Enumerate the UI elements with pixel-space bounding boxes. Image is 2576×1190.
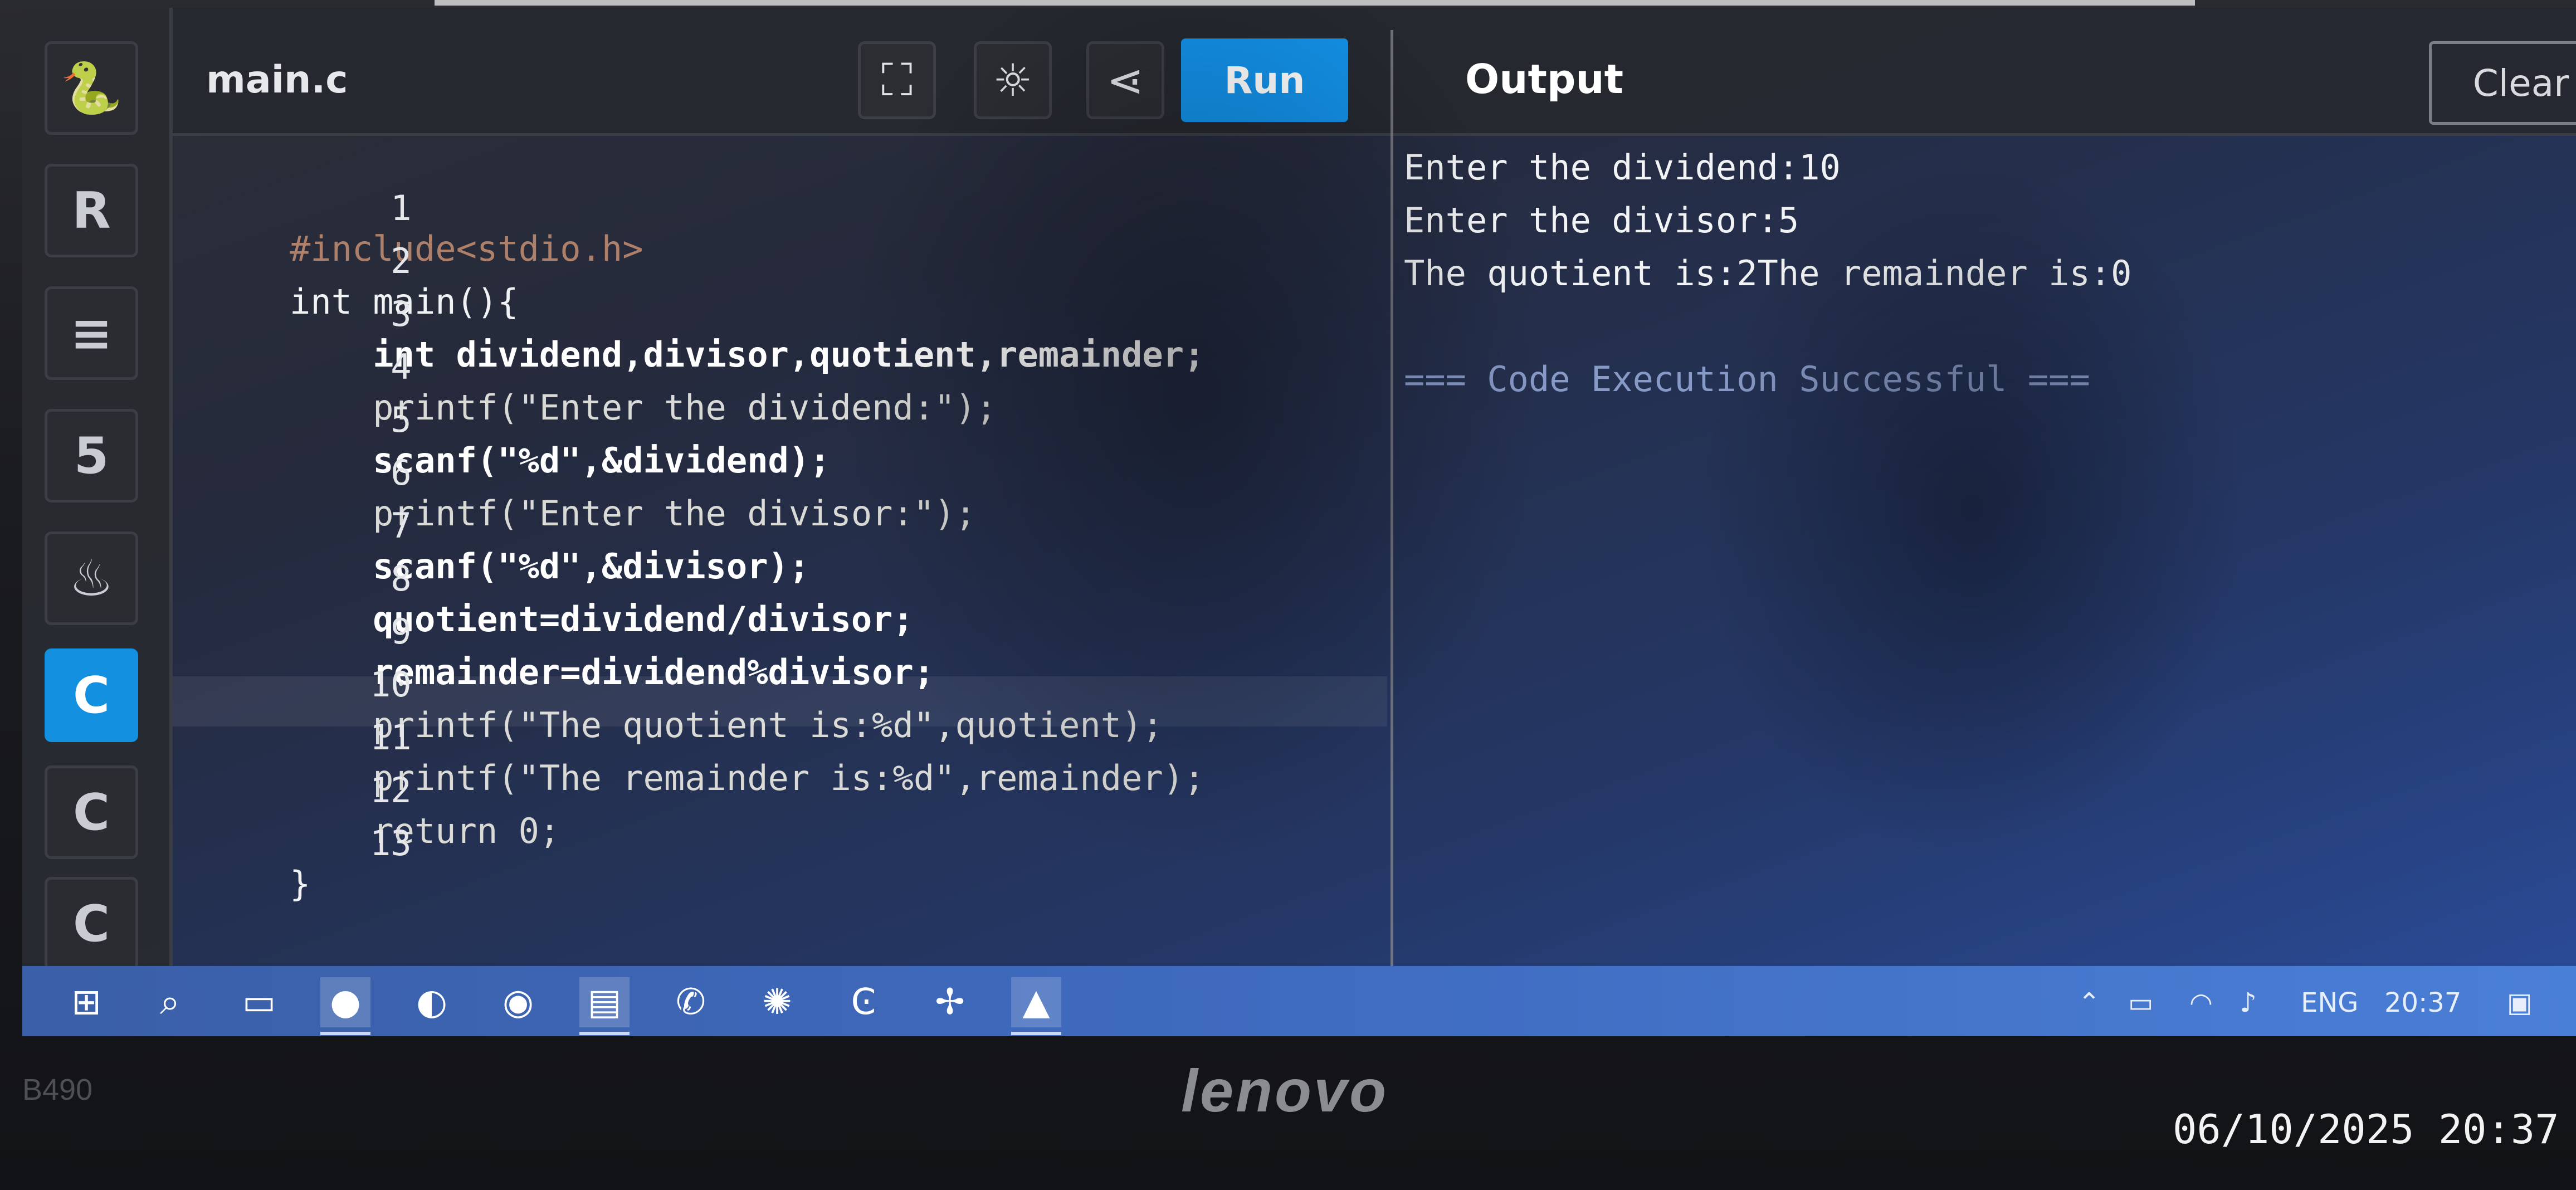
- search-icon[interactable]: ⌕: [145, 977, 195, 1027]
- laptop-model: B490: [22, 1073, 93, 1106]
- execution-status: === Code Execution Successful ===: [1404, 359, 2090, 399]
- clear-button[interactable]: Clear: [2429, 41, 2576, 125]
- code-line[interactable]: 1 #include<stdio.h>: [173, 147, 1387, 269]
- pdf-reader-icon[interactable]: ▲: [1011, 977, 1061, 1035]
- language-sidebar: 🐍 R ≡ 5 ♨ C C C: [22, 8, 173, 970]
- chevron-up-icon[interactable]: ⌃: [2078, 987, 2100, 1018]
- share-icon[interactable]: ⋖: [1086, 41, 1164, 119]
- code-editor[interactable]: 1 #include<stdio.h> 2 int main(){ 3 int …: [173, 142, 1387, 966]
- ccleaner-icon[interactable]: Ͼ: [838, 977, 889, 1027]
- code-line-current[interactable]: 11 printf("The remainder is:%d",remainde…: [173, 676, 1387, 798]
- code-line[interactable]: 7 scanf("%d",&divisor);: [173, 465, 1387, 587]
- output-line: Enter the divisor:5: [1404, 200, 1799, 241]
- html5-icon[interactable]: 5: [45, 409, 138, 503]
- output-title: Output: [1465, 56, 1624, 103]
- teams-icon[interactable]: ◉: [493, 977, 543, 1027]
- photo-timestamp: 06/10/2025 20:37: [2173, 1106, 2559, 1153]
- windows-taskbar: ⊞ ⌕ ▭ ● ◐ ◉ ▤ ✆ ✺ Ͼ ✢ ▲ ⌃ ▭ ◠ ♪ ENG 20:3…: [22, 966, 2576, 1036]
- volume-icon[interactable]: ♪: [2240, 987, 2257, 1018]
- windows-start-icon[interactable]: ⊞: [61, 977, 111, 1027]
- taskbar-clock[interactable]: 20:37: [2384, 987, 2461, 1018]
- notification-icon[interactable]: ▣: [2507, 987, 2532, 1018]
- editor-header: main.c ⛶ ☼ ⋖ Run Output Clear: [173, 8, 2576, 136]
- code-line[interactable]: 4 printf("Enter the dividend:");: [173, 306, 1387, 428]
- c-icon[interactable]: C: [45, 648, 138, 742]
- edge-icon[interactable]: ◐: [407, 977, 457, 1027]
- csharp-icon[interactable]: C: [45, 877, 138, 970]
- line-number: 13: [369, 823, 412, 864]
- java-icon[interactable]: ♨: [45, 531, 138, 625]
- pinwheel-icon[interactable]: ✢: [925, 977, 975, 1027]
- run-button[interactable]: Run: [1181, 38, 1348, 122]
- database-icon[interactable]: ≡: [45, 286, 138, 380]
- code-text: }: [290, 864, 311, 904]
- laptop-brand-logo: lenovo: [1181, 1057, 1389, 1124]
- code-line[interactable]: 6 printf("Enter the divisor:");: [173, 412, 1387, 534]
- output-panel: Enter the dividend:10 Enter the divisor:…: [1404, 142, 2551, 955]
- language-indicator[interactable]: ENG: [2301, 987, 2358, 1018]
- bezel-top-edge: [435, 0, 2195, 6]
- code-line[interactable]: 8 quotient=dividend/divisor;: [173, 518, 1387, 640]
- python-icon[interactable]: 🐍: [45, 41, 138, 135]
- file-explorer-icon[interactable]: ▭: [234, 977, 284, 1027]
- file-name-tab[interactable]: main.c: [206, 58, 348, 102]
- wifi-icon[interactable]: ◠: [2189, 987, 2213, 1018]
- output-line: The quotient is:2The remainder is:0: [1404, 253, 2132, 294]
- code-line[interactable]: 5 scanf("%d",&dividend);: [173, 359, 1387, 481]
- panel-divider[interactable]: [1391, 30, 1393, 966]
- photo-background: 🐍 R ≡ 5 ♨ C C C main.c ⛶ ☼ ⋖ Run Output …: [0, 0, 2576, 1190]
- whatsapp-icon[interactable]: ✆: [666, 977, 716, 1027]
- output-line: Enter the dividend:10: [1404, 147, 1841, 188]
- theme-toggle-icon[interactable]: ☼: [974, 41, 1052, 119]
- notepad-icon[interactable]: ▤: [579, 977, 630, 1035]
- chatgpt-icon[interactable]: ✺: [752, 977, 802, 1027]
- laptop-screen: 🐍 R ≡ 5 ♨ C C C main.c ⛶ ☼ ⋖ Run Output …: [22, 8, 2576, 1036]
- code-line[interactable]: 3 int dividend,divisor,quotient,remainde…: [173, 253, 1387, 375]
- r-icon[interactable]: R: [45, 164, 138, 257]
- code-line[interactable]: 2 int main(){: [173, 200, 1387, 322]
- fullscreen-icon[interactable]: ⛶: [858, 41, 936, 119]
- firefox-icon[interactable]: ●: [320, 977, 370, 1035]
- code-line[interactable]: 10 printf("The quotient is:%d",quotient)…: [173, 623, 1387, 745]
- code-line[interactable]: 12 return 0;: [173, 729, 1387, 851]
- cpp-icon[interactable]: C: [45, 765, 138, 859]
- code-line[interactable]: 9 remainder=dividend%divisor;: [173, 570, 1387, 692]
- battery-icon[interactable]: ▭: [2128, 987, 2153, 1018]
- code-line[interactable]: 13 }: [173, 782, 1387, 904]
